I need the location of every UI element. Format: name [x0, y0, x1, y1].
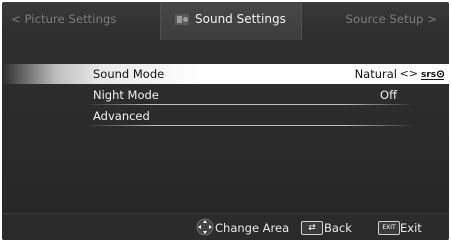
exit-hint[interactable]: Exit — [400, 221, 422, 235]
dpad-icon — [196, 218, 214, 236]
row-divider — [90, 104, 410, 105]
menu-item-label: Advanced — [93, 109, 150, 123]
settings-menu: Sound Mode Natural <> srs Night Mode Off… — [2, 64, 449, 127]
menu-item-sound-mode[interactable]: Sound Mode Natural <> srs — [2, 64, 449, 84]
srs-logo-icon: srs — [421, 67, 445, 81]
back-key-icon: ⇄ — [301, 221, 323, 235]
menu-header: < Picture Settings Sound Settings Source… — [2, 2, 449, 40]
footer-hints: Change Area ⇄ Back EXIT Exit — [2, 213, 449, 240]
tab-picture-settings[interactable]: < Picture Settings — [11, 12, 116, 26]
speaker-icon — [174, 11, 190, 27]
menu-item-value: Off — [380, 88, 397, 102]
tab-sound-settings[interactable]: Sound Settings — [160, 2, 302, 40]
exit-key-icon: EXIT — [378, 221, 400, 235]
tab-source-setup[interactable]: Source Setup > — [346, 12, 437, 26]
left-right-arrows-icon[interactable]: <> — [400, 67, 418, 80]
row-divider — [90, 125, 410, 126]
menu-item-night-mode[interactable]: Night Mode Off — [2, 85, 449, 105]
menu-item-value: Natural — [354, 67, 397, 81]
tv-menu-screen: < Picture Settings Sound Settings Source… — [2, 2, 449, 240]
page-title: Sound Settings — [195, 12, 286, 26]
back-hint[interactable]: Back — [324, 221, 352, 235]
menu-item-label: Sound Mode — [93, 67, 165, 81]
svg-text:srs: srs — [421, 70, 436, 80]
menu-item-advanced[interactable]: Advanced — [2, 106, 449, 126]
menu-item-label: Night Mode — [93, 88, 159, 102]
change-area-hint: Change Area — [215, 221, 290, 235]
